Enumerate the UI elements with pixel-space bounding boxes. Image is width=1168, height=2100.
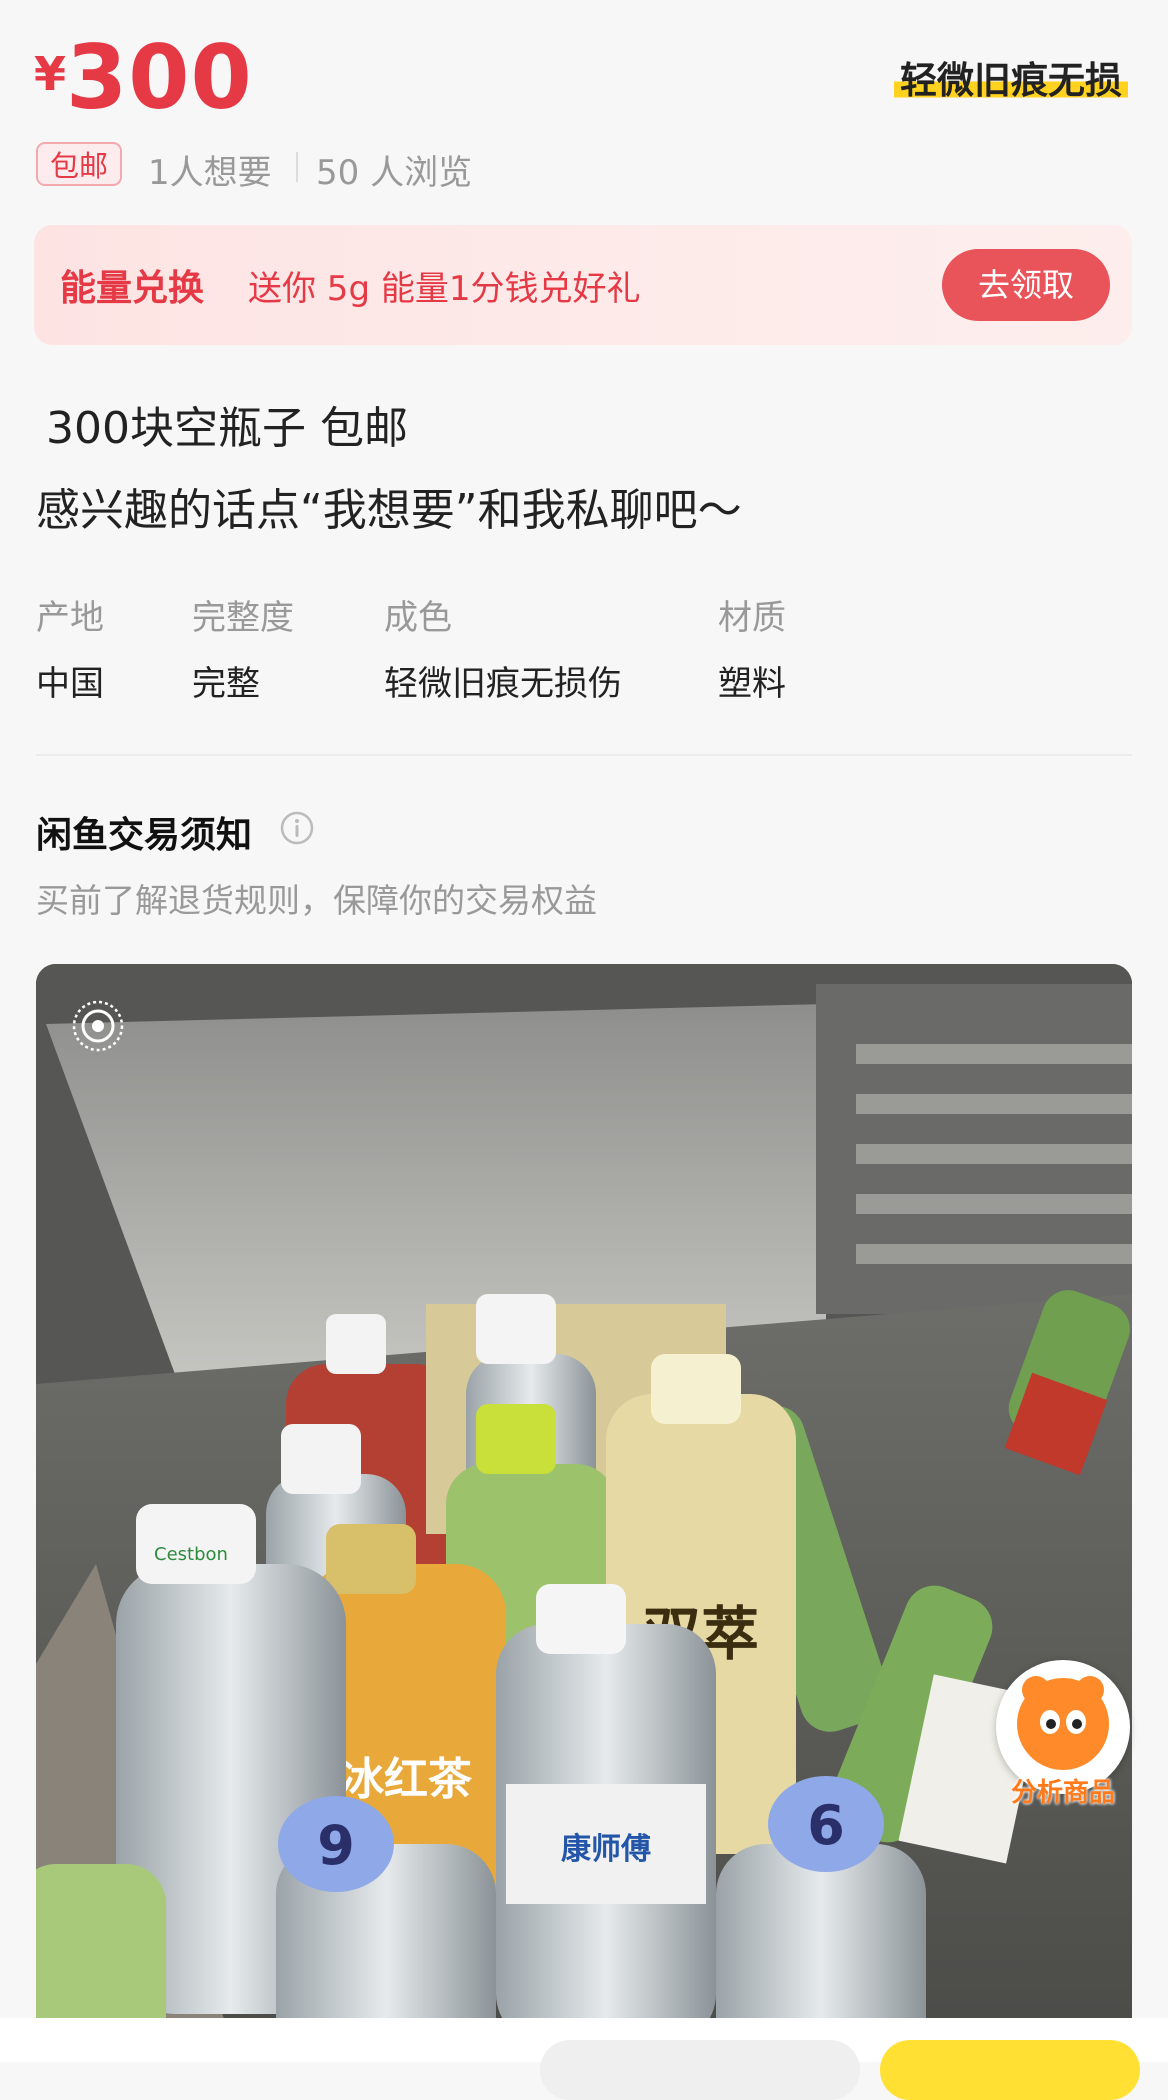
want-button[interactable] (880, 2040, 1140, 2100)
chat-button[interactable] (540, 2040, 860, 2100)
bottles-photo-illustration: 双萃 冰红茶 Cestbon 康师傅 9 6 (36, 964, 1132, 2062)
condition-tag: 轻微旧痕无损 (894, 50, 1128, 104)
price-currency: ¥ (34, 47, 67, 101)
trade-notice-title[interactable]: 闲鱼交易须知 (36, 806, 252, 858)
price: ¥300 (34, 34, 253, 122)
analyze-item-label: 分析商品 (1010, 1778, 1115, 1808)
stat-divider (296, 152, 298, 182)
banner-text: 送你 5g 能量1分钱兑好礼 (248, 269, 641, 309)
free-shipping-badge: 包邮 (36, 142, 123, 186)
views-count: 50 人浏览 (316, 153, 473, 193)
attr-label-integrity: 完整度 (192, 598, 294, 638)
product-photo[interactable]: 双萃 冰红茶 Cestbon 康师傅 9 6 (36, 964, 1132, 2062)
item-description: 感兴趣的话点“我想要”和我私聊吧～ (36, 485, 742, 536)
bottle-label-icetea: 冰红茶 (340, 1754, 473, 1805)
live-photo-icon[interactable] (70, 998, 126, 1054)
cap-label-cestbon: Cestbon (154, 1544, 228, 1565)
info-icon[interactable] (280, 811, 314, 845)
price-amount: 300 (66, 26, 253, 129)
attr-label-material: 材质 (718, 598, 786, 638)
energy-banner[interactable]: 能量兑换 送你 5g 能量1分钱兑好礼 去领取 (34, 225, 1132, 345)
cap-number-9: 9 (317, 1814, 355, 1877)
claim-button[interactable]: 去领取 (942, 249, 1110, 321)
attr-label-condition: 成色 (384, 598, 452, 638)
trade-notice-subtitle: 买前了解退货规则，保障你的交易权益 (36, 881, 597, 920)
attr-value-integrity: 完整 (192, 664, 260, 704)
analyze-item-button[interactable]: 分析商品 (990, 1660, 1136, 1810)
cap-number-6: 6 (807, 1794, 845, 1857)
attr-value-origin: 中国 (36, 664, 104, 704)
attr-value-condition: 轻微旧痕无损伤 (384, 664, 622, 704)
bottle-label-kangshifu: 康师傅 (561, 1832, 651, 1867)
attr-label-origin: 产地 (36, 598, 104, 638)
wants-count: 1人想要 (148, 153, 272, 193)
attr-value-material: 塑料 (718, 664, 786, 704)
bottom-action-bar (0, 2018, 1168, 2100)
banner-title: 能量兑换 (60, 268, 205, 309)
section-divider (36, 754, 1132, 756)
item-title: 300块空瓶子 包邮 (46, 403, 408, 454)
